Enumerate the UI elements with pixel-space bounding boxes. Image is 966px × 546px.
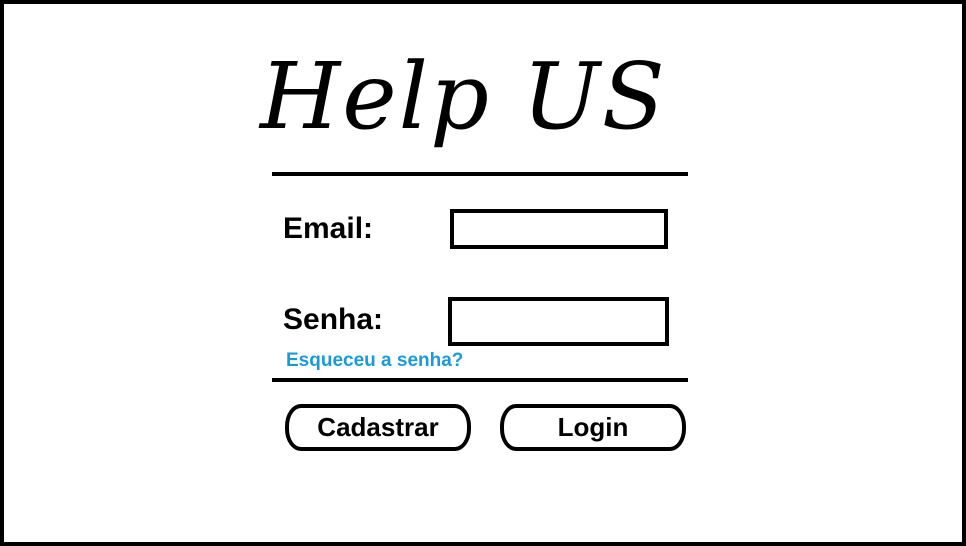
login-button[interactable]: Login: [500, 404, 686, 451]
email-input[interactable]: [450, 209, 668, 249]
forgot-password-link[interactable]: Esqueceu a senha?: [286, 350, 463, 372]
register-button[interactable]: Cadastrar: [285, 404, 471, 451]
app-title: Help US: [260, 43, 667, 150]
app-window: Help US Email: Senha: Esqueceu a senha? …: [0, 0, 966, 546]
password-label: Senha:: [283, 303, 384, 336]
bottom-divider: [272, 378, 688, 382]
password-input[interactable]: [448, 297, 669, 346]
top-divider: [272, 172, 688, 176]
email-label: Email:: [283, 212, 374, 245]
